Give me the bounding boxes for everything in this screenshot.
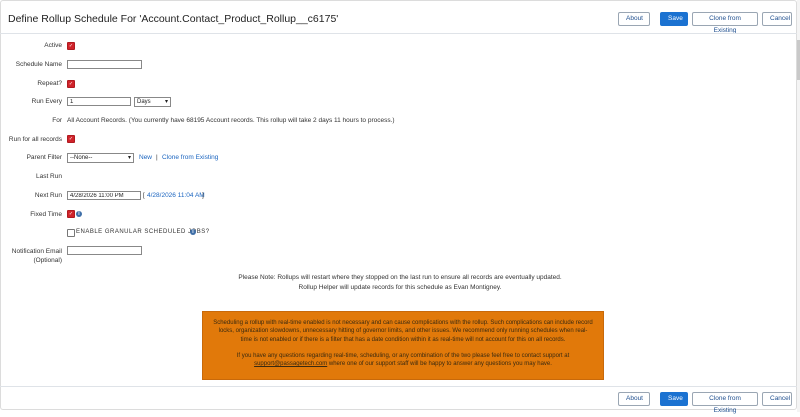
warning-paragraph-2-post: where one of our support staff will be h… [328,361,552,368]
schedule-name-input[interactable] [67,60,142,69]
for-value: All Account Records. (You currently have… [67,117,395,124]
about-button[interactable]: About [618,392,650,406]
support-email-link[interactable]: support@passagetech.com [254,361,327,367]
parent-filter-select[interactable]: --None-- ▾ [67,153,134,163]
top-button-bar: About Save Clone from Existing Cancel [618,12,792,34]
save-button[interactable]: Save [660,12,688,26]
warning-paragraph-1: Scheduling a rollup with real-time enabl… [213,320,593,343]
active-checkbox[interactable]: ✓ [67,42,75,50]
info-icon[interactable]: i [76,211,82,217]
next-run-bracket-close: ] [202,192,204,199]
repeat-checkbox[interactable]: ✓ [67,80,75,88]
footer-divider [0,386,797,387]
rollup-note: Please Note: Rollups will restart where … [0,273,800,292]
notification-email-label-line2: (Optional) [33,257,62,264]
checkbox-checked-icon: ✓ [68,211,74,217]
parent-filter-label: Parent Filter [26,154,62,161]
about-button[interactable]: About [618,12,650,26]
realtime-warning-box: Scheduling a rollup with real-time enabl… [202,311,604,380]
dropdown-arrow-icon: ▾ [164,99,168,105]
repeat-label: Repeat? [37,80,62,87]
for-label: For [52,117,62,124]
notification-email-label-line1: Notification Email [11,248,62,255]
fixed-time-label: Fixed Time [30,211,62,218]
bottom-button-bar: About Save Clone from Existing Cancel [618,392,792,414]
parent-filter-new-link[interactable]: New [139,154,152,161]
notification-email-input[interactable] [67,246,142,255]
notification-email-label: Notification Email (Optional) [0,247,62,265]
clone-from-existing-button[interactable]: Clone from Existing [692,12,758,34]
cancel-button[interactable]: Cancel [762,392,792,406]
run-every-unit-value: Days [137,99,151,105]
link-divider: | [156,154,158,161]
next-run-label: Next Run [34,192,62,199]
next-run-now-link[interactable]: 4/28/2026 11:04 AM [147,192,205,199]
run-every-unit-select[interactable]: Days ▾ [134,97,171,107]
parent-filter-value: --None-- [70,155,93,161]
checkbox-checked-icon: ✓ [68,136,74,142]
parent-filter-clone-link[interactable]: Clone from Existing [162,154,218,161]
granular-jobs-checkbox[interactable] [67,229,75,237]
next-run-input[interactable] [67,191,141,200]
rollup-note-line2: Rollup Helper will update records for th… [298,283,502,291]
page-title: Define Rollup Schedule For 'Account.Cont… [8,13,339,25]
fixed-time-checkbox[interactable]: ✓ [67,210,75,218]
last-run-label: Last Run [35,173,62,180]
info-icon[interactable]: i [190,229,196,235]
save-button[interactable]: Save [660,392,688,406]
checkbox-checked-icon: ✓ [68,43,74,49]
run-every-label: Run Every [31,98,62,105]
next-run-bracket-open: [ [143,192,145,199]
run-every-input[interactable] [67,97,131,106]
checkbox-checked-icon: ✓ [68,81,74,87]
rollup-note-line1: Please Note: Rollups will restart where … [238,274,562,281]
cancel-button[interactable]: Cancel [762,12,792,26]
header-divider [0,33,797,34]
run-all-label: Run for all records [8,136,62,143]
dropdown-arrow-icon: ▾ [127,155,131,161]
clone-from-existing-button[interactable]: Clone from Existing [692,392,758,414]
active-label: Active [44,42,62,49]
schedule-name-label: Schedule Name [15,61,62,68]
warning-paragraph-2-pre: If you have any questions regarding real… [236,352,570,359]
warning-paragraph-2: If you have any questions regarding real… [213,352,593,369]
run-all-checkbox[interactable]: ✓ [67,135,75,143]
